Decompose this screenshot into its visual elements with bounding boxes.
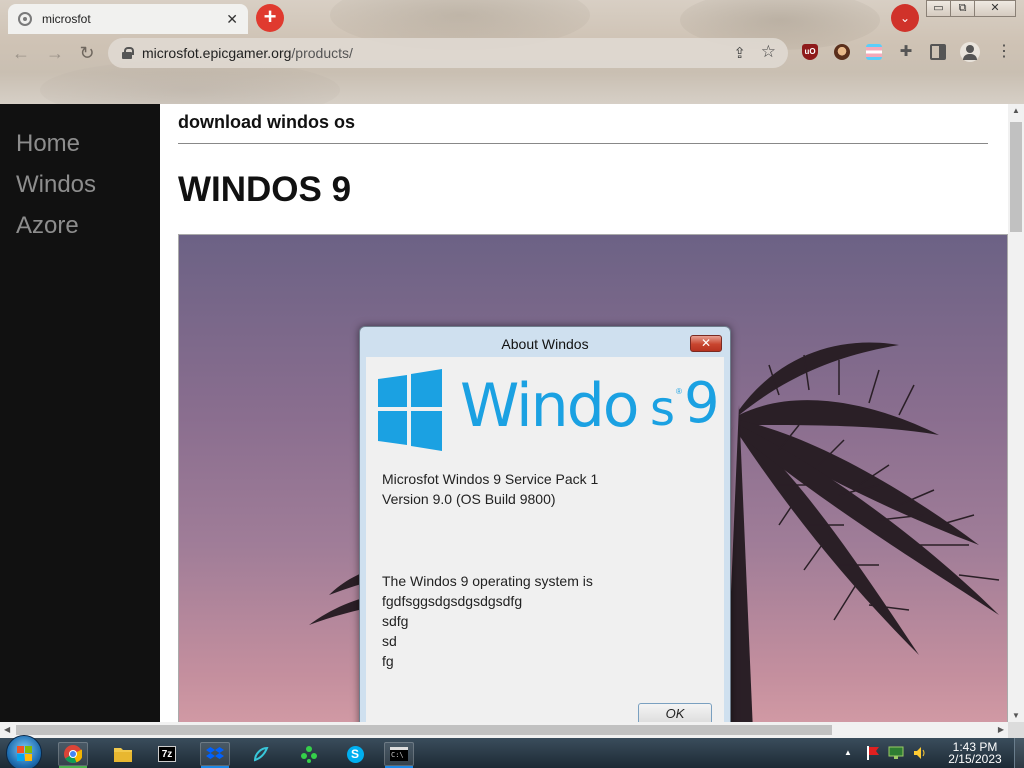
network-icon[interactable]	[888, 745, 904, 761]
paint-icon	[253, 746, 269, 762]
action-center-flag-icon[interactable]	[864, 745, 880, 761]
tab-close-button[interactable]: ✕	[226, 11, 238, 28]
description-line: fg	[382, 653, 394, 669]
vertical-scroll-thumb[interactable]	[1010, 122, 1022, 232]
sidebar-item-azore[interactable]: Azore	[0, 210, 160, 251]
sidebar-item-windos[interactable]: Windos	[0, 169, 160, 210]
minimize-button[interactable]: ▭	[926, 0, 951, 17]
profile-icon[interactable]	[960, 42, 980, 62]
scrollbar-corner	[1008, 722, 1024, 738]
scroll-left-arrow-icon[interactable]: ◀	[4, 725, 10, 734]
about-dialog: About Windos ✕ Windo s ® 9 Microsfot Win…	[359, 326, 731, 722]
taskbar-app-green[interactable]	[294, 742, 324, 766]
vertical-scrollbar[interactable]: ▲ ▼	[1008, 104, 1024, 722]
horizontal-scrollbar[interactable]: ◀ ▶	[0, 722, 1008, 738]
windows-logo-icon	[17, 746, 33, 762]
product-name: Microsfot Windos 9 Service Pack 1	[382, 471, 599, 487]
logo-registered-mark: ®	[676, 387, 682, 396]
taskbar-chrome[interactable]	[58, 742, 88, 768]
folder-icon	[114, 748, 132, 762]
url-path: /products/	[291, 45, 353, 61]
main-content: download windos os WINDOS 9 About Windos…	[178, 104, 1008, 722]
new-tab-button[interactable]: +	[256, 4, 284, 32]
skype-icon: S	[346, 745, 364, 763]
hero-image: About Windos ✕ Windo s ® 9 Microsfot Win…	[178, 234, 1008, 722]
ok-button[interactable]: OK	[638, 703, 712, 722]
system-tray: ▲	[840, 738, 936, 768]
side-panel-icon[interactable]	[930, 44, 946, 60]
extension-avatar-icon[interactable]	[834, 44, 850, 60]
tray-expand-icon[interactable]: ▲	[840, 745, 856, 761]
logo-word-part2: s	[650, 381, 676, 437]
page-title: WINDOS 9	[178, 170, 352, 209]
logo-word-part1: Windo	[460, 371, 639, 441]
taskbar-paint[interactable]	[246, 742, 276, 766]
system-clock[interactable]: 1:43 PM 2/15/2023	[940, 741, 1010, 765]
ublock-extension-icon[interactable]: uO	[802, 44, 818, 60]
description-line: sdfg	[382, 613, 409, 629]
7zip-icon: 7z	[158, 746, 176, 762]
volume-icon[interactable]	[912, 745, 928, 761]
show-desktop-button[interactable]	[1014, 738, 1024, 768]
bookmark-star-icon[interactable]: ☆	[761, 42, 776, 62]
tab-search-button[interactable]: ⌄	[891, 4, 919, 32]
scroll-up-arrow-icon[interactable]: ▲	[1012, 106, 1020, 115]
scroll-right-arrow-icon[interactable]: ▶	[998, 725, 1004, 734]
taskbar-skype[interactable]: S	[340, 742, 370, 766]
restore-button[interactable]: ⧉	[950, 0, 975, 17]
taskbar-7zip[interactable]: 7z	[152, 742, 182, 766]
tab-title: microsfot	[42, 12, 91, 26]
lock-icon[interactable]	[122, 47, 134, 59]
horizontal-scroll-thumb[interactable]	[16, 725, 832, 735]
description-line: sd	[382, 633, 397, 649]
page-subtitle: download windos os	[178, 112, 988, 144]
clock-date: 2/15/2023	[948, 752, 1002, 766]
description-line: The Windos 9 operating system is	[382, 573, 593, 589]
taskbar-explorer[interactable]	[108, 742, 138, 766]
taskbar: 7z S C:\ ▲ 1:43 PM 2/15/2023	[0, 735, 1024, 768]
dropbox-icon	[206, 747, 224, 759]
windos-logo: Windo s ® 9	[378, 369, 720, 455]
logo-version-number: 9	[684, 371, 720, 436]
browser-menu-icon[interactable]: ⋮	[996, 44, 1012, 60]
taskbar-cmd[interactable]: C:\	[384, 742, 414, 768]
reload-button[interactable]: ↻	[76, 42, 98, 64]
globe-icon	[18, 12, 32, 26]
start-button[interactable]	[6, 735, 42, 768]
dialog-close-button[interactable]: ✕	[690, 335, 722, 352]
share-icon[interactable]: ⇪	[733, 44, 746, 62]
address-bar[interactable]: microsfot.epicgamer.org/products/ ⇪ ☆	[108, 38, 788, 68]
cmd-icon: C:\	[390, 747, 408, 761]
page-viewport: Home Windos Azore download windos os WIN…	[0, 104, 1024, 722]
sidebar-item-home[interactable]: Home	[0, 128, 160, 169]
sidebar: Home Windos Azore	[0, 104, 160, 722]
browser-tab[interactable]: microsfot ✕	[8, 4, 248, 34]
taskbar-dropbox[interactable]	[200, 742, 230, 768]
extensions-puzzle-icon[interactable]: ✚	[898, 44, 914, 60]
description-line: fgdfsggsdgsdgsdgsdfg	[382, 593, 523, 609]
url-text[interactable]: microsfot.epicgamer.org/products/	[142, 45, 353, 61]
window-controls: ▭ ⧉ ✕	[926, 0, 1016, 17]
dialog-body: Windo s ® 9 Microsfot Windos 9 Service P…	[366, 357, 724, 722]
grid-icon	[301, 746, 317, 763]
url-domain: microsfot.epicgamer.org	[142, 45, 292, 61]
back-button[interactable]: ←	[10, 42, 32, 64]
dialog-title: About Windos	[501, 336, 589, 352]
browser-chrome: microsfot ✕ + ⌄ ▭ ⧉ ✕ ← → ↻ microsfot.ep…	[0, 0, 1024, 104]
version-info: Version 9.0 (OS Build 9800)	[382, 491, 556, 507]
extension-flag-icon[interactable]	[866, 44, 882, 60]
forward-button[interactable]: →	[44, 42, 66, 64]
scroll-down-arrow-icon[interactable]: ▼	[1012, 711, 1020, 720]
close-window-button[interactable]: ✕	[974, 0, 1016, 17]
chrome-icon	[64, 745, 82, 763]
